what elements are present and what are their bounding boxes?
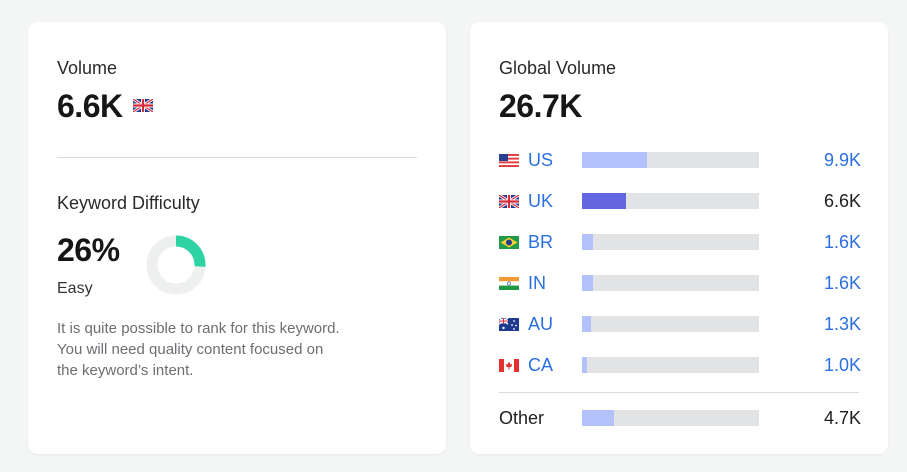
country-code[interactable]: BR — [528, 230, 553, 254]
description-line: It is quite possible to rank for this ke… — [57, 320, 340, 337]
country-volume[interactable]: 9.9K — [824, 148, 861, 172]
country-row-us[interactable]: US 9.9K — [499, 148, 861, 172]
volume-bar-fill — [582, 234, 593, 250]
country-volume[interactable]: 1.6K — [824, 271, 861, 295]
difficulty-level: Easy — [57, 280, 93, 297]
country-row-in[interactable]: IN 1.6K — [499, 271, 861, 295]
country-code: UK — [528, 191, 554, 211]
volume-bar — [582, 234, 759, 250]
country-code[interactable]: CA — [528, 353, 553, 377]
difficulty-gauge — [146, 235, 206, 295]
volume-bar-fill — [582, 410, 614, 426]
country-row-br[interactable]: BR 1.6K — [499, 230, 861, 254]
volume-bar — [582, 193, 759, 209]
country-volume: 6.6K — [823, 191, 861, 211]
ca-flag-icon — [499, 359, 519, 372]
uk-flag-icon — [132, 99, 153, 113]
volume-bar-fill — [582, 193, 627, 209]
volume-bar — [582, 410, 759, 426]
global-volume-value: 26.7K — [499, 88, 582, 124]
au-flag-icon — [499, 318, 519, 331]
volume-bar-fill — [582, 357, 588, 373]
global-volume-card: Global Volume 26.7K US 9.9K UK 6.6K BR 1… — [470, 22, 888, 454]
us-flag-icon — [499, 154, 519, 167]
volume-bar — [582, 275, 759, 291]
country-row-au[interactable]: AU 1.3K — [499, 312, 861, 336]
country-row-uk: UK 6.6K — [499, 189, 861, 213]
difficulty-description: It is quite possible to rank for this ke… — [57, 318, 427, 381]
volume-label: Volume — [57, 58, 118, 78]
volume-bar-fill — [582, 316, 591, 332]
volume-bar — [582, 316, 759, 332]
volume-bar-fill — [582, 152, 648, 168]
keyword-difficulty-value: 26% — [57, 232, 120, 268]
country-volume[interactable]: 1.6K — [824, 230, 861, 254]
section-divider — [57, 157, 417, 158]
description-line: You will need quality content focused on — [57, 341, 324, 358]
country-row-ca[interactable]: CA 1.0K — [499, 353, 861, 377]
other-label: Other — [499, 408, 545, 428]
other-divider — [499, 392, 859, 393]
country-code[interactable]: US — [528, 148, 553, 172]
description-line: the keyword’s intent. — [57, 362, 194, 379]
volume-bar — [582, 357, 759, 373]
country-volume[interactable]: 1.0K — [824, 353, 861, 377]
keyword-difficulty-label: Keyword Difficulty — [57, 193, 200, 213]
volume-value: 6.6K — [57, 88, 153, 125]
country-code[interactable]: AU — [528, 312, 553, 336]
country-code[interactable]: IN — [528, 271, 546, 295]
other-row: Other 4.7K — [499, 406, 861, 430]
br-flag-icon — [499, 236, 519, 249]
uk-flag-icon — [499, 195, 519, 208]
global-volume-label: Global Volume — [499, 58, 617, 78]
country-volume[interactable]: 1.3K — [824, 312, 861, 336]
volume-bar-fill — [582, 275, 593, 291]
other-volume: 4.7K — [823, 408, 861, 428]
volume-bar — [582, 152, 759, 168]
volume-card: Volume 6.6K Keyword Difficulty 26% Easy … — [28, 22, 446, 454]
volume-number: 6.6K — [57, 88, 123, 124]
in-flag-icon — [499, 277, 519, 290]
